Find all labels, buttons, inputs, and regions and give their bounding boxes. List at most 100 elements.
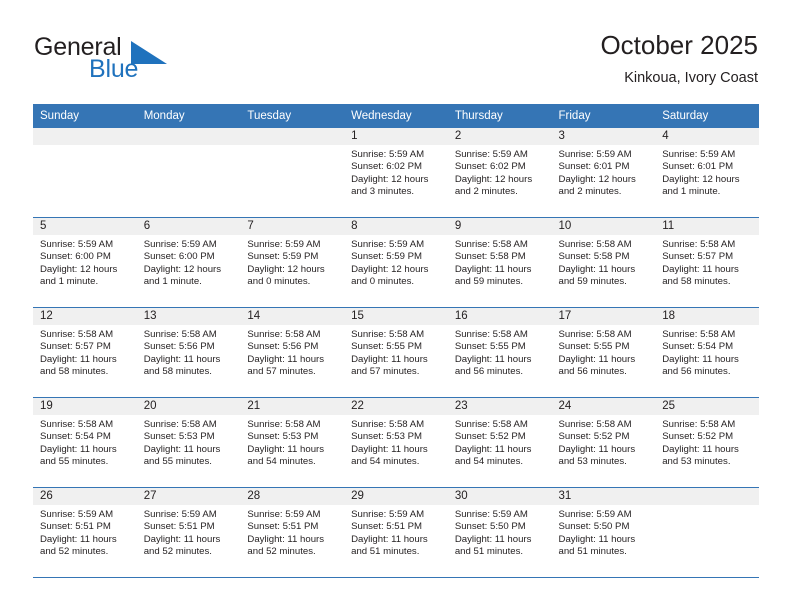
date-number: 6 <box>136 218 241 235</box>
day-cell[interactable]: 25 Sunrise: 5:58 AM Sunset: 5:52 PM Dayl… <box>655 398 759 487</box>
day-details: Sunrise: 5:59 AM Sunset: 6:00 PM Dayligh… <box>33 235 137 288</box>
day-cell[interactable]: 2 Sunrise: 5:59 AM Sunset: 6:02 PM Dayli… <box>447 128 552 217</box>
sunset-text: Sunset: 5:55 PM <box>558 341 630 353</box>
day-details: Sunrise: 5:59 AM Sunset: 6:02 PM Dayligh… <box>448 145 552 198</box>
day-details: Sunrise: 5:58 AM Sunset: 5:54 PM Dayligh… <box>33 415 137 468</box>
day-cell[interactable]: 27 Sunrise: 5:59 AM Sunset: 5:51 PM Dayl… <box>136 488 241 577</box>
daylight-text: Daylight: 11 hours and 56 minutes. <box>454 353 532 377</box>
day-cell[interactable]: 24 Sunrise: 5:58 AM Sunset: 5:52 PM Dayl… <box>551 398 656 487</box>
day-cell[interactable]: 30 Sunrise: 5:59 AM Sunset: 5:50 PM Dayl… <box>447 488 552 577</box>
daylight-text: Daylight: 11 hours and 53 minutes. <box>662 443 739 467</box>
sunset-text: Sunset: 5:50 PM <box>558 521 630 533</box>
day-cell[interactable]: 17 Sunrise: 5:58 AM Sunset: 5:55 PM Dayl… <box>551 308 656 397</box>
sunrise-text: Sunrise: 5:59 AM <box>351 239 425 250</box>
daylight-text: Daylight: 11 hours and 59 minutes. <box>454 263 532 287</box>
daylight-text: Daylight: 11 hours and 57 minutes. <box>351 353 428 377</box>
sunrise-text: Sunrise: 5:58 AM <box>662 239 736 250</box>
date-number <box>136 128 241 145</box>
day-details: Sunrise: 5:58 AM Sunset: 5:52 PM Dayligh… <box>655 415 759 468</box>
day-cell[interactable]: 13 Sunrise: 5:58 AM Sunset: 5:56 PM Dayl… <box>136 308 241 397</box>
day-details: Sunrise: 5:58 AM Sunset: 5:58 PM Dayligh… <box>552 235 656 288</box>
daylight-text: Daylight: 12 hours and 0 minutes. <box>351 263 429 287</box>
day-cell[interactable]: 14 Sunrise: 5:58 AM Sunset: 5:56 PM Dayl… <box>240 308 345 397</box>
sunset-text: Sunset: 5:57 PM <box>662 251 734 263</box>
date-number: 8 <box>344 218 448 235</box>
day-cell[interactable]: 1 Sunrise: 5:59 AM Sunset: 6:02 PM Dayli… <box>344 128 448 217</box>
day-cell[interactable]: 19 Sunrise: 5:58 AM Sunset: 5:54 PM Dayl… <box>33 398 137 487</box>
date-number: 7 <box>240 218 345 235</box>
day-cell-empty <box>240 128 345 217</box>
date-number: 22 <box>344 398 448 415</box>
day-details: Sunrise: 5:58 AM Sunset: 5:58 PM Dayligh… <box>448 235 552 288</box>
day-cell[interactable]: 7 Sunrise: 5:59 AM Sunset: 5:59 PM Dayli… <box>240 218 345 307</box>
weekday-header-saturday: Saturday <box>662 110 709 122</box>
day-details: Sunrise: 5:59 AM Sunset: 5:51 PM Dayligh… <box>344 505 448 558</box>
day-cell-empty <box>33 128 137 217</box>
sunset-text: Sunset: 5:56 PM <box>247 341 319 353</box>
sunset-text: Sunset: 5:51 PM <box>247 521 319 533</box>
day-cell[interactable]: 12 Sunrise: 5:58 AM Sunset: 5:57 PM Dayl… <box>33 308 137 397</box>
day-cell[interactable]: 3 Sunrise: 5:59 AM Sunset: 6:01 PM Dayli… <box>551 128 656 217</box>
week-row: 1 Sunrise: 5:59 AM Sunset: 6:02 PM Dayli… <box>33 128 759 218</box>
day-cell[interactable]: 6 Sunrise: 5:59 AM Sunset: 6:00 PM Dayli… <box>136 218 241 307</box>
day-cell[interactable]: 10 Sunrise: 5:58 AM Sunset: 5:58 PM Dayl… <box>551 218 656 307</box>
day-cell[interactable]: 5 Sunrise: 5:59 AM Sunset: 6:00 PM Dayli… <box>33 218 137 307</box>
daylight-text: Daylight: 11 hours and 52 minutes. <box>247 533 325 557</box>
day-details: Sunrise: 5:59 AM Sunset: 5:59 PM Dayligh… <box>344 235 448 288</box>
daylight-text: Daylight: 12 hours and 0 minutes. <box>247 263 325 287</box>
date-number: 18 <box>655 308 759 325</box>
day-cell[interactable]: 31 Sunrise: 5:59 AM Sunset: 5:50 PM Dayl… <box>551 488 656 577</box>
day-details: Sunrise: 5:59 AM Sunset: 5:51 PM Dayligh… <box>33 505 137 558</box>
weekday-header-sunday: Sunday <box>40 110 80 122</box>
sunrise-text: Sunrise: 5:59 AM <box>143 239 217 250</box>
date-number: 31 <box>551 488 656 505</box>
day-cell[interactable]: 16 Sunrise: 5:58 AM Sunset: 5:55 PM Dayl… <box>447 308 552 397</box>
day-cell[interactable]: 28 Sunrise: 5:59 AM Sunset: 5:51 PM Dayl… <box>240 488 345 577</box>
sunset-text: Sunset: 5:55 PM <box>351 341 423 353</box>
day-cell[interactable]: 26 Sunrise: 5:59 AM Sunset: 5:51 PM Dayl… <box>33 488 137 577</box>
week-row: 19 Sunrise: 5:58 AM Sunset: 5:54 PM Dayl… <box>33 398 759 488</box>
sunrise-text: Sunrise: 5:58 AM <box>558 419 632 430</box>
date-number: 1 <box>344 128 448 145</box>
day-cell[interactable]: 23 Sunrise: 5:58 AM Sunset: 5:52 PM Dayl… <box>447 398 552 487</box>
day-cell[interactable]: 4 Sunrise: 5:59 AM Sunset: 6:01 PM Dayli… <box>655 128 759 217</box>
date-number: 13 <box>136 308 241 325</box>
day-details: Sunrise: 5:58 AM Sunset: 5:53 PM Dayligh… <box>137 415 241 468</box>
page-header: General Blue October 2025 Kinkoua, Ivory… <box>0 0 792 100</box>
daylight-text: Daylight: 12 hours and 1 minute. <box>662 173 740 197</box>
day-cell[interactable]: 29 Sunrise: 5:59 AM Sunset: 5:51 PM Dayl… <box>344 488 448 577</box>
daylight-text: Daylight: 11 hours and 56 minutes. <box>558 353 636 377</box>
sunrise-text: Sunrise: 5:59 AM <box>558 149 632 160</box>
sunrise-text: Sunrise: 5:59 AM <box>454 509 528 520</box>
day-cell[interactable]: 20 Sunrise: 5:58 AM Sunset: 5:53 PM Dayl… <box>136 398 241 487</box>
date-number: 2 <box>447 128 552 145</box>
date-number: 17 <box>551 308 656 325</box>
sunrise-text: Sunrise: 5:58 AM <box>662 329 736 340</box>
date-number: 29 <box>344 488 448 505</box>
day-cell[interactable]: 11 Sunrise: 5:58 AM Sunset: 5:57 PM Dayl… <box>655 218 759 307</box>
date-number <box>240 128 345 145</box>
day-cell-empty <box>655 488 759 577</box>
date-number: 25 <box>655 398 759 415</box>
brand-logo[interactable]: General Blue <box>34 33 264 89</box>
date-number: 26 <box>33 488 137 505</box>
day-cell[interactable]: 21 Sunrise: 5:58 AM Sunset: 5:53 PM Dayl… <box>240 398 345 487</box>
sunrise-text: Sunrise: 5:58 AM <box>143 419 217 430</box>
day-details: Sunrise: 5:58 AM Sunset: 5:53 PM Dayligh… <box>240 415 344 468</box>
date-number: 28 <box>240 488 345 505</box>
page-subtitle: Kinkoua, Ivory Coast <box>624 70 758 86</box>
date-number: 16 <box>447 308 552 325</box>
week-row: 26 Sunrise: 5:59 AM Sunset: 5:51 PM Dayl… <box>33 488 759 578</box>
sunrise-text: Sunrise: 5:58 AM <box>558 329 632 340</box>
day-cell[interactable]: 8 Sunrise: 5:59 AM Sunset: 5:59 PM Dayli… <box>344 218 448 307</box>
date-number: 5 <box>33 218 137 235</box>
day-cell[interactable]: 15 Sunrise: 5:58 AM Sunset: 5:55 PM Dayl… <box>344 308 448 397</box>
day-cell[interactable]: 18 Sunrise: 5:58 AM Sunset: 5:54 PM Dayl… <box>655 308 759 397</box>
daylight-text: Daylight: 11 hours and 54 minutes. <box>247 443 325 467</box>
page-title: October 2025 <box>600 30 758 60</box>
daylight-text: Daylight: 12 hours and 2 minutes. <box>454 173 533 197</box>
day-cell[interactable]: 9 Sunrise: 5:58 AM Sunset: 5:58 PM Dayli… <box>447 218 552 307</box>
sunset-text: Sunset: 6:02 PM <box>351 161 423 173</box>
day-cell[interactable]: 22 Sunrise: 5:58 AM Sunset: 5:53 PM Dayl… <box>344 398 448 487</box>
day-details: Sunrise: 5:58 AM Sunset: 5:56 PM Dayligh… <box>137 325 241 378</box>
